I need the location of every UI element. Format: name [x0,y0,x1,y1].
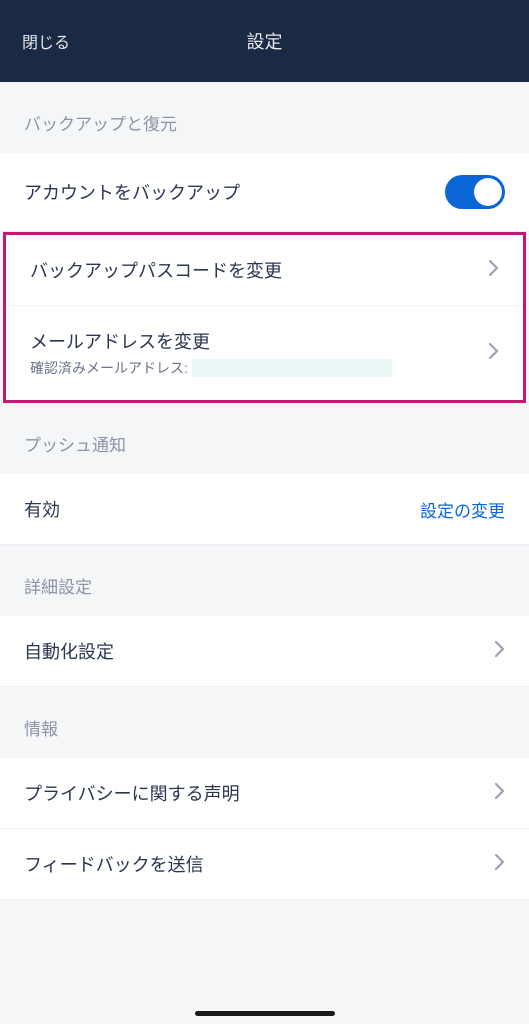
row-account-backup[interactable]: アカウントをバックアップ [0,153,529,232]
account-backup-toggle[interactable] [445,175,505,209]
section-backup-restore-header: バックアップと復元 [0,82,529,153]
chevron-right-icon [495,854,505,875]
header-bar: 閉じる 設定 [0,0,529,82]
section-push-header: プッシュ通知 [0,403,529,474]
verified-email-redacted [192,359,392,377]
page-title: 設定 [20,28,509,54]
section-info-header: 情報 [0,687,529,758]
row-automation-settings[interactable]: 自動化設定 [0,616,529,687]
section-advanced-header: 詳細設定 [0,545,529,616]
close-button[interactable]: 閉じる [22,29,70,53]
row-feedback[interactable]: フィードバックを送信 [0,829,529,900]
change-email-label: メールアドレスを変更 [30,328,392,354]
home-indicator[interactable] [195,1011,335,1016]
push-change-settings-link[interactable]: 設定の変更 [420,497,505,522]
change-email-left: メールアドレスを変更 確認済みメールアドレス: [30,328,392,378]
chevron-right-icon [489,260,499,281]
chevron-right-icon [495,783,505,804]
highlighted-rows: バックアップパスコードを変更 メールアドレスを変更 確認済みメールアドレス: [3,232,526,403]
verified-email-line: 確認済みメールアドレス: [30,358,392,378]
row-privacy[interactable]: プライバシーに関する声明 [0,758,529,829]
automation-settings-label: 自動化設定 [24,638,114,664]
chevron-right-icon [489,343,499,364]
toggle-knob [474,178,502,206]
push-enabled-label: 有効 [24,496,60,522]
account-backup-label: アカウントをバックアップ [24,179,240,205]
feedback-label: フィードバックを送信 [24,851,204,877]
verified-email-prefix: 確認済みメールアドレス: [30,358,188,378]
change-passcode-label: バックアップパスコードを変更 [30,257,282,283]
row-change-email[interactable]: メールアドレスを変更 確認済みメールアドレス: [6,306,523,400]
chevron-right-icon [495,641,505,662]
row-change-passcode[interactable]: バックアップパスコードを変更 [6,235,523,306]
row-push-enabled[interactable]: 有効 設定の変更 [0,474,529,545]
privacy-label: プライバシーに関する声明 [24,780,240,806]
